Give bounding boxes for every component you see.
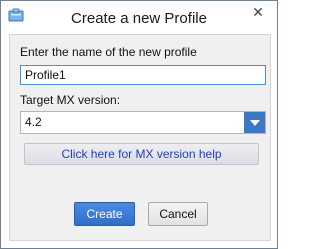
dialog-content: Enter the name of the new profile Target… (9, 34, 271, 241)
version-help-button[interactable]: Click here for MX version help (24, 143, 259, 165)
version-selected-value: 4.2 (25, 115, 42, 129)
profile-name-label: Enter the name of the new profile (20, 45, 197, 59)
chevron-down-icon[interactable] (244, 112, 265, 133)
version-select[interactable]: 4.2 (20, 111, 266, 134)
profile-name-input[interactable] (20, 65, 266, 85)
version-label: Target MX version: (20, 93, 121, 107)
cancel-button[interactable]: Cancel (148, 202, 208, 226)
create-button[interactable]: Create (74, 202, 135, 226)
close-icon: ✕ (252, 3, 264, 20)
window-title: Create a new Profile (71, 10, 207, 27)
close-button[interactable]: ✕ (243, 2, 273, 22)
title-bar[interactable]: Create a new Profile ✕ (1, 1, 277, 34)
dialog-window: Create a new Profile ✕ Enter the name of… (0, 0, 278, 249)
